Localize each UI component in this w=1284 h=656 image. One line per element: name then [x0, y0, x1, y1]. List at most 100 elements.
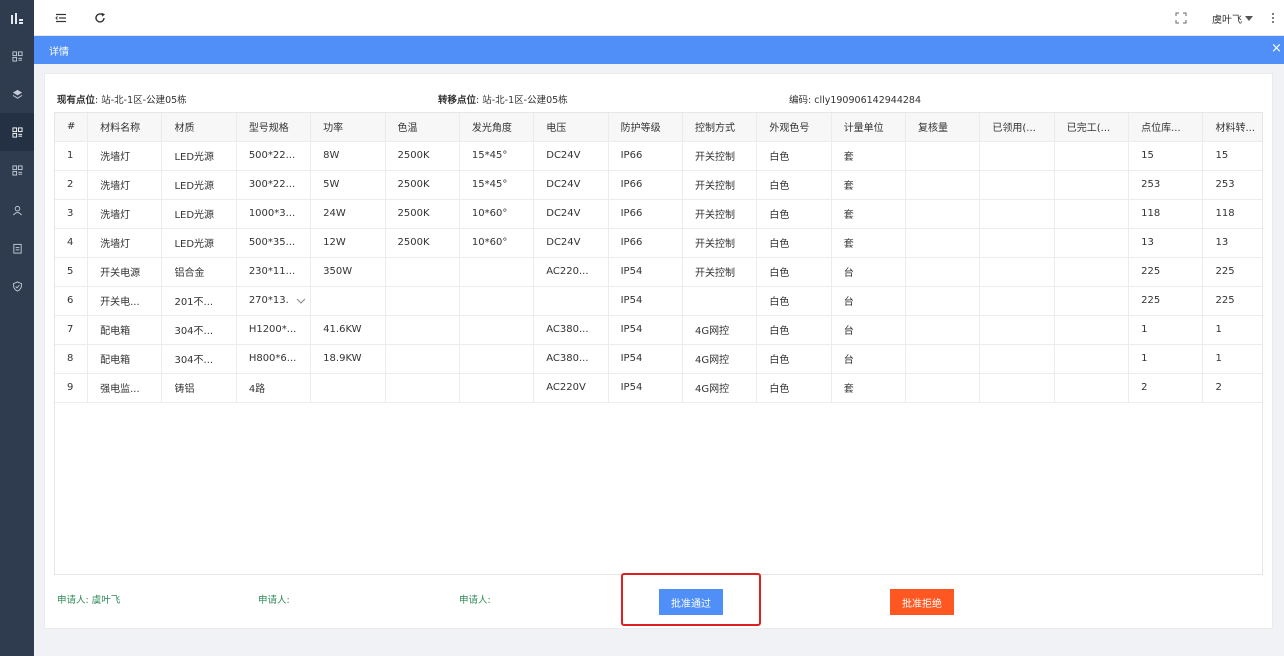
table-row[interactable]: 4 洗墙灯 LED光源 500*35... 12W 2500K 10*60° DC24V IP6…: [55, 228, 1262, 258]
table-row[interactable]: 3 洗墙灯 LED光源 1000*3... 24W 2500K 10*60° DC24V IP6…: [55, 199, 1262, 229]
sidebar-item-6[interactable]: [0, 229, 34, 267]
applicant-1: 申请人: 虞叶飞: [57, 595, 121, 606]
table-cell: [459, 257, 535, 287]
user-menu[interactable]: 虞叶飞: [1212, 11, 1253, 26]
cell-text: 270*13.: [248, 295, 289, 306]
table-cell: 304不...: [161, 344, 237, 374]
transfer-location: 转移点位: 站-北-1区-公建05栋: [438, 92, 568, 106]
cell-text: 253: [1215, 179, 1235, 190]
table-cell: 500*22...: [236, 141, 312, 171]
table-cell: [385, 257, 460, 287]
refresh-button[interactable]: [93, 11, 107, 25]
table-cell: 7: [55, 315, 89, 345]
chevron-down-icon[interactable]: [296, 296, 306, 306]
approve-button[interactable]: 批准通过: [659, 589, 723, 615]
table-row[interactable]: 1 洗墙灯 LED光源 500*22... 8W 2500K 15*45° DC24V IP66…: [55, 141, 1262, 171]
app-logo[interactable]: [0, 0, 34, 36]
more-button[interactable]: [1266, 11, 1280, 25]
cell-text: 洗墙灯: [100, 239, 131, 250]
table-row[interactable]: 6 开关电... 201不... 270*13. IP54 白色 台 225 225: [55, 286, 1262, 316]
cell-text: 225: [1141, 295, 1161, 306]
table-cell: 230*11...: [236, 257, 312, 287]
cell-text: 台: [843, 326, 854, 337]
cell-text: 5W: [323, 179, 340, 190]
grid-doc-icon: [11, 126, 23, 138]
table-cell: 10*60°: [459, 228, 535, 258]
table-cell: IP54: [608, 286, 683, 316]
sidebar-item-3[interactable]: [0, 113, 34, 151]
column-header[interactable]: #: [55, 113, 89, 142]
fullscreen-button[interactable]: [1174, 11, 1188, 25]
table-cell: 18.9KW: [310, 344, 386, 374]
cell-text: 白色: [769, 384, 790, 395]
table-cell: 15*45°: [459, 170, 535, 200]
column-header[interactable]: 发光角度: [459, 113, 535, 142]
column-header[interactable]: 已完工(...: [1054, 113, 1130, 142]
sidebar-item-7[interactable]: [0, 267, 34, 305]
cell-text: 台: [843, 355, 854, 366]
cell-text: 铝合金: [174, 268, 205, 279]
table-row[interactable]: 2 洗墙灯 LED光源 300*22... 5W 2500K 15*45° DC24V IP66…: [55, 170, 1262, 200]
dropdown-cell[interactable]: 270*13.: [236, 286, 312, 316]
close-button[interactable]: ×: [1271, 42, 1282, 56]
cell-text: H1200*...: [248, 324, 297, 335]
column-header[interactable]: 材料名称: [87, 113, 163, 142]
cell-text: 开关电...: [100, 297, 140, 308]
cell-text: 4路: [248, 384, 266, 395]
column-header[interactable]: 材质: [161, 113, 237, 142]
column-header[interactable]: 外观色号: [756, 113, 832, 142]
column-header[interactable]: 功率: [310, 113, 386, 142]
table-cell: 开关控制: [682, 228, 758, 258]
cell-text: 304不...: [174, 326, 214, 337]
table-row[interactable]: 8 配电箱 304不... H800*6... 18.9KW AC380... IP54 4G…: [55, 344, 1262, 374]
table-cell: AC380...: [533, 315, 609, 345]
table-cell: [979, 286, 1055, 316]
cell-text: 500*35...: [248, 237, 296, 248]
table-row[interactable]: 9 强电监... 铸铝 4路 AC220V IP54 4G网控 白色 套 2 2: [55, 373, 1262, 403]
table-row[interactable]: 7 配电箱 304不... H1200*... 41.6KW AC380... IP54 4G…: [55, 315, 1262, 345]
cell-text: DC24V: [546, 179, 581, 190]
table-cell: [385, 373, 460, 403]
table-cell: 8W: [310, 141, 386, 171]
transfer-location-label: 转移点位: [438, 95, 477, 106]
cell-text: 500*22...: [248, 150, 296, 161]
table-cell: [1054, 199, 1130, 229]
cell-text: IP66: [620, 179, 643, 190]
sidebar-item-4[interactable]: [0, 151, 34, 189]
column-header[interactable]: 色温: [385, 113, 460, 142]
table-cell: 台: [831, 257, 907, 287]
table-cell: 开关控制: [682, 141, 758, 171]
table-cell: 225: [1128, 257, 1204, 287]
column-header[interactable]: 材料转...: [1202, 113, 1262, 142]
table-cell: DC24V: [533, 199, 609, 229]
cell-text: 配电箱: [100, 355, 131, 366]
menu-toggle-button[interactable]: [54, 11, 68, 25]
table-cell: 开关电...: [87, 286, 163, 316]
column-header[interactable]: 已领用(...: [979, 113, 1055, 142]
table-cell: IP54: [608, 344, 683, 374]
reject-button[interactable]: 批准拒绝: [890, 589, 954, 615]
table-cell: [459, 315, 535, 345]
cell-text: 10*60°: [471, 237, 508, 248]
table-cell: [385, 344, 460, 374]
column-header[interactable]: 控制方式: [682, 113, 758, 142]
table-cell: 225: [1202, 286, 1262, 316]
shield-icon: [12, 280, 22, 292]
column-header[interactable]: 防护等级: [608, 113, 683, 142]
table-cell: 配电箱: [87, 315, 163, 345]
table-cell: 4G网控: [682, 373, 758, 403]
sidebar-item-1[interactable]: [0, 37, 34, 75]
sidebar-item-2[interactable]: [0, 75, 34, 113]
cell-text: 1000*3...: [248, 208, 296, 219]
sidebar-item-5[interactable]: [0, 191, 34, 229]
column-header[interactable]: 点位库...: [1128, 113, 1204, 142]
column-header[interactable]: 电压: [533, 113, 609, 142]
table-row[interactable]: 5 开关电源 铝合金 230*11... 350W AC220... IP54 开关控制 白色 台…: [55, 257, 1262, 287]
column-header[interactable]: 复核量: [905, 113, 981, 142]
cell-text: 2: [67, 179, 74, 190]
table-cell: [682, 286, 758, 316]
column-header[interactable]: 计量单位: [831, 113, 907, 142]
refresh-icon: [95, 12, 105, 23]
table-cell: [533, 286, 609, 316]
column-header[interactable]: 型号规格: [236, 113, 312, 142]
